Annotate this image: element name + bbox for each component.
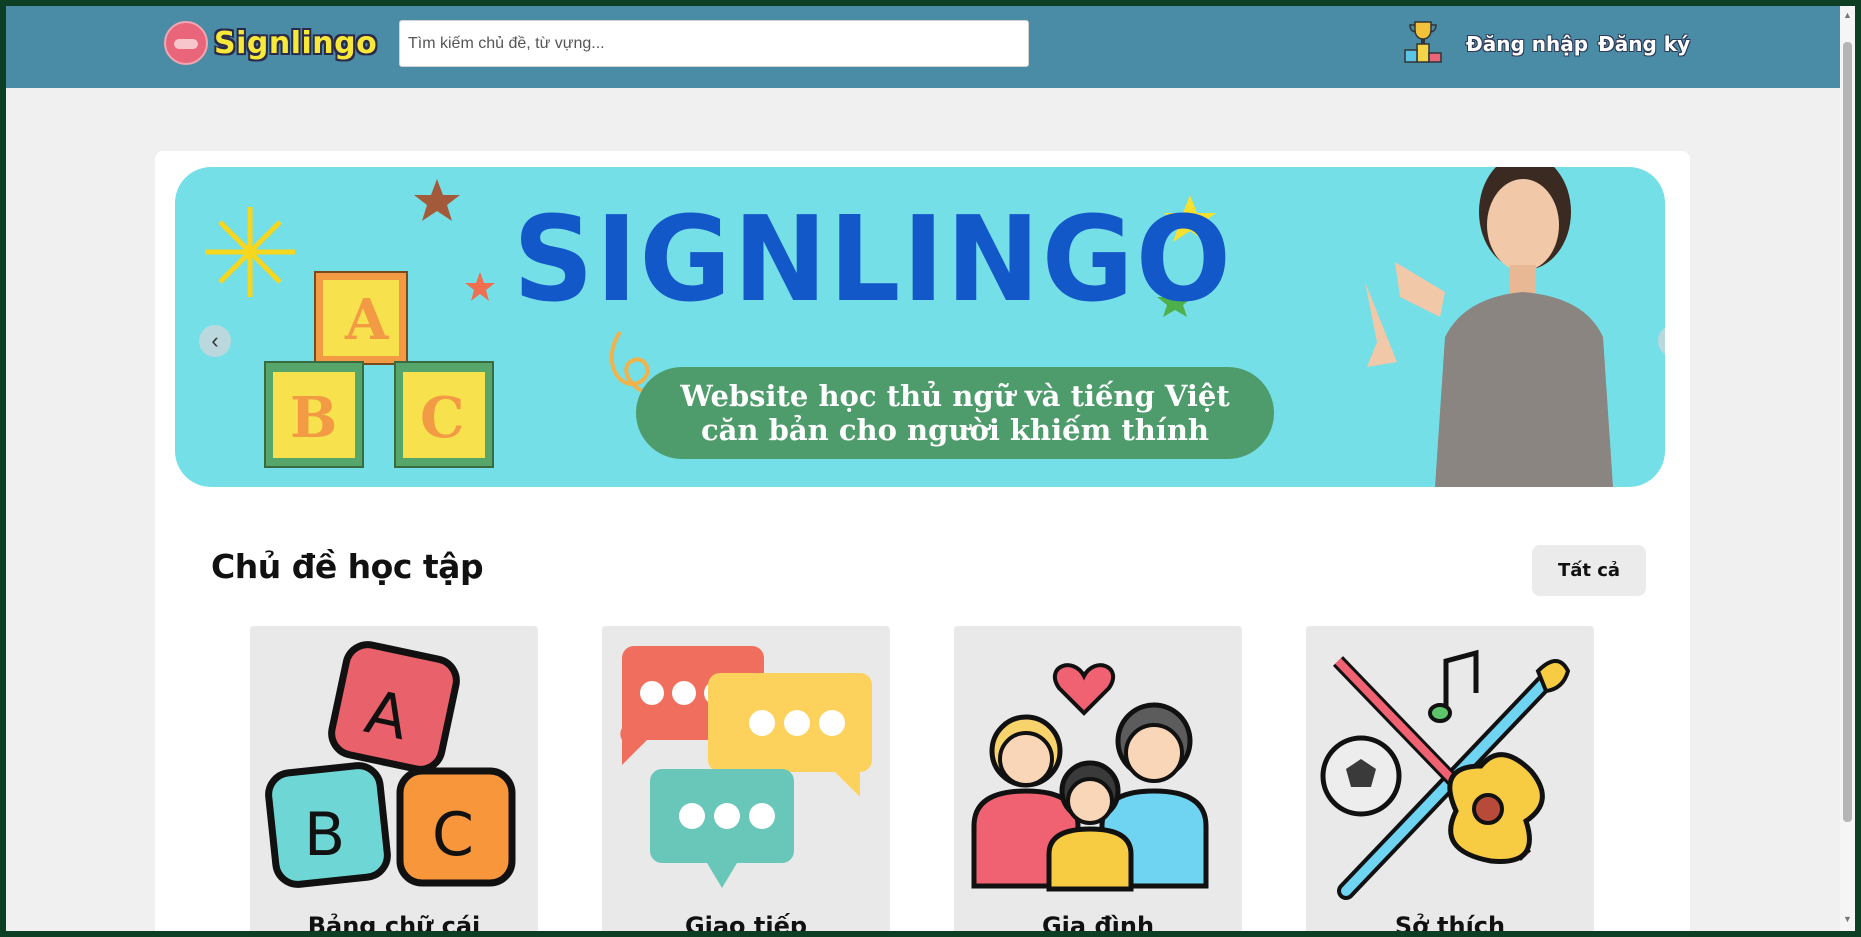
- abc-blocks-illustration: A B C: [264, 271, 494, 468]
- topic-card-hobbies[interactable]: Sở thích: [1306, 626, 1594, 931]
- banner-tagline: Website học thủ ngữ và tiếng Việt căn bả…: [636, 367, 1274, 459]
- view-all-topics-button[interactable]: Tất cả: [1532, 545, 1646, 596]
- search-input[interactable]: [399, 20, 1029, 67]
- topic-label: Bảng chữ cái: [307, 912, 481, 931]
- chevron-left-icon: ‹: [211, 328, 219, 353]
- scroll-down-arrow-icon[interactable]: ▼: [1842, 914, 1853, 924]
- leaderboard-trophy-icon[interactable]: [1403, 20, 1443, 64]
- login-link[interactable]: Đăng nhập: [1466, 32, 1588, 56]
- logo-hands-icon: [164, 21, 208, 65]
- tagline-line-1: Website học thủ ngữ và tiếng Việt: [680, 379, 1230, 413]
- svg-text:B: B: [304, 800, 345, 870]
- sun-burst-icon: [205, 207, 295, 297]
- vertical-scrollbar[interactable]: ▲ ▼: [1840, 6, 1855, 931]
- site-logo[interactable]: Signlingo: [164, 18, 377, 68]
- hobbies-icon: [1320, 649, 1571, 900]
- svg-text:B: B: [290, 385, 337, 451]
- scroll-up-arrow-icon[interactable]: ▲: [1842, 10, 1853, 20]
- topics-section-title: Chủ đề học tập: [211, 547, 484, 586]
- svg-text:C: C: [432, 800, 474, 870]
- carousel-prev-button[interactable]: ‹: [199, 325, 231, 357]
- register-link[interactable]: Đăng ký: [1598, 32, 1690, 56]
- instructor-photo: [1365, 167, 1613, 487]
- svg-text:C: C: [420, 385, 465, 451]
- topic-label: Giao tiếp: [684, 912, 808, 931]
- chat-bubbles-icon: [620, 646, 872, 888]
- topic-card-communication[interactable]: Giao tiếp: [602, 626, 890, 931]
- tagline-line-2: căn bản cho người khiếm thính: [700, 413, 1210, 447]
- main-content-card: A B C SIGNLINGO Website học thủ ngữ và t…: [155, 151, 1690, 931]
- abc-blocks-icon: A B C: [265, 641, 516, 888]
- logo-text: Signlingo: [214, 25, 378, 61]
- family-icon: [971, 663, 1209, 892]
- topic-card-family[interactable]: Gia đình: [954, 626, 1242, 931]
- banner-title: SIGNLINGO: [513, 191, 1233, 329]
- topic-card-alphabet[interactable]: A B C Bảng chữ cái: [250, 626, 538, 931]
- svg-text:A: A: [344, 287, 390, 353]
- browser-viewport: Signlingo Đăng nhập Đăng ký: [6, 6, 1841, 931]
- topic-label: Gia đình: [1041, 912, 1155, 931]
- topic-label: Sở thích: [1394, 912, 1506, 931]
- hero-banner: A B C SIGNLINGO Website học thủ ngữ và t…: [175, 167, 1665, 487]
- scrollbar-thumb[interactable]: [1843, 42, 1852, 822]
- top-navbar: Signlingo Đăng nhập Đăng ký: [6, 6, 1841, 88]
